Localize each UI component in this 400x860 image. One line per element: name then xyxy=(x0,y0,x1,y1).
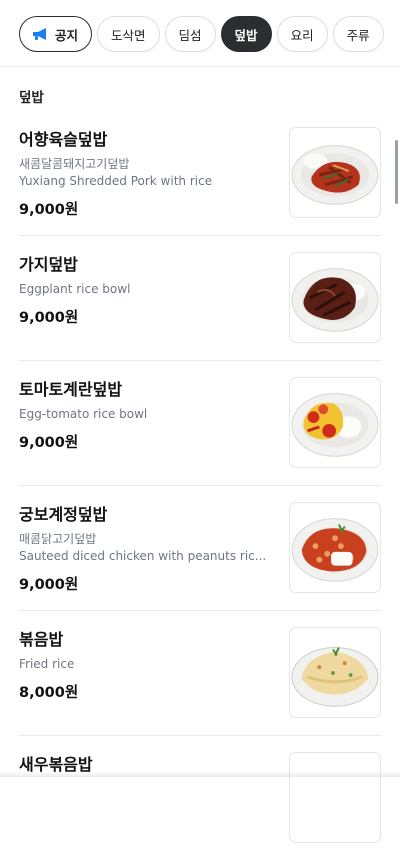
tab-label: 주류 xyxy=(346,27,370,43)
menu-item-name: 가지덮밥 xyxy=(19,255,78,274)
menu-item[interactable]: 어향육슬덮밥 새콤달콤돼지고기덮밥 Yuxiang Shredded Pork … xyxy=(19,111,381,236)
menu-item[interactable]: 볶음밥 Fried rice 8,000원 xyxy=(19,611,381,736)
tab-dimsum[interactable]: 딤섬 xyxy=(164,16,216,52)
tab-label: 딤섬 xyxy=(178,27,202,43)
menu-item-name: 토마토계란덮밥 xyxy=(19,380,123,399)
megaphone-icon xyxy=(32,27,50,41)
menu-item-photo xyxy=(289,377,381,468)
tab-label: 요리 xyxy=(290,27,314,43)
menu-item-photo xyxy=(289,627,381,718)
menu-item[interactable]: 가지덮밥 Eggplant rice bowl 9,000원 xyxy=(19,236,381,361)
menu-item-desc-en: Eggplant rice bowl xyxy=(19,282,131,296)
menu-item-desc-en: Fried rice xyxy=(19,657,75,671)
tab-notice[interactable]: 공지 xyxy=(19,16,93,52)
menu-item-desc-en: Egg-tomato rice bowl xyxy=(19,407,148,421)
tab-rice-bowl[interactable]: 덮밥 xyxy=(220,16,272,52)
tab-label: 공지 xyxy=(55,27,79,43)
menu-item-photo xyxy=(289,252,381,343)
menu-item-photo xyxy=(289,752,381,843)
menu-item[interactable]: 궁보계정덮밥 매콤닭고기덮밥 Sauteed diced chicken wit… xyxy=(19,486,381,611)
menu-item-price: 9,000원 xyxy=(19,202,79,218)
menu-item-price: 9,000원 xyxy=(19,577,79,593)
menu-item-desc-en: Sauteed diced chicken with peanuts ric..… xyxy=(19,549,267,563)
menu-item-desc-en: Yuxiang Shredded Pork with rice xyxy=(19,174,213,188)
tab-label: 도삭면 xyxy=(111,27,146,43)
menu-item-name: 어향육슬덮밥 xyxy=(19,130,108,149)
menu-list: 어향육슬덮밥 새콤달콤돼지고기덮밥 Yuxiang Shredded Pork … xyxy=(0,111,400,860)
menu-item-name: 볶음밥 xyxy=(19,630,64,649)
menu-item-price: 9,000원 xyxy=(19,435,79,451)
menu-item-desc-ko: 매콤닭고기덮밥 xyxy=(19,532,97,546)
section-title: 덮밥 xyxy=(19,90,44,106)
menu-item-photo xyxy=(289,502,381,593)
tab-dishes[interactable]: 요리 xyxy=(276,16,328,52)
tab-label: 덮밥 xyxy=(234,27,258,43)
scrollbar[interactable] xyxy=(395,140,398,204)
tab-drinks[interactable]: 주류 xyxy=(332,16,384,52)
bottom-edge-shadow xyxy=(0,771,400,777)
menu-item[interactable]: 토마토계란덮밥 Egg-tomato rice bowl 9,000원 xyxy=(19,361,381,486)
category-tab-bar: 공지 도삭면 딤섬 덮밥 요리 주류 xyxy=(19,16,400,52)
menu-item-desc-ko: 새콤달콤돼지고기덮밥 xyxy=(19,157,130,171)
header-divider xyxy=(0,66,400,67)
menu-item[interactable]: 새우볶음밥 xyxy=(19,736,381,860)
menu-item-name: 궁보계정덮밥 xyxy=(19,505,108,524)
menu-item-price: 8,000원 xyxy=(19,685,79,701)
menu-item-price: 9,000원 xyxy=(19,310,79,326)
menu-item-photo xyxy=(289,127,381,218)
tab-dosakmyeon[interactable]: 도삭면 xyxy=(97,16,160,52)
